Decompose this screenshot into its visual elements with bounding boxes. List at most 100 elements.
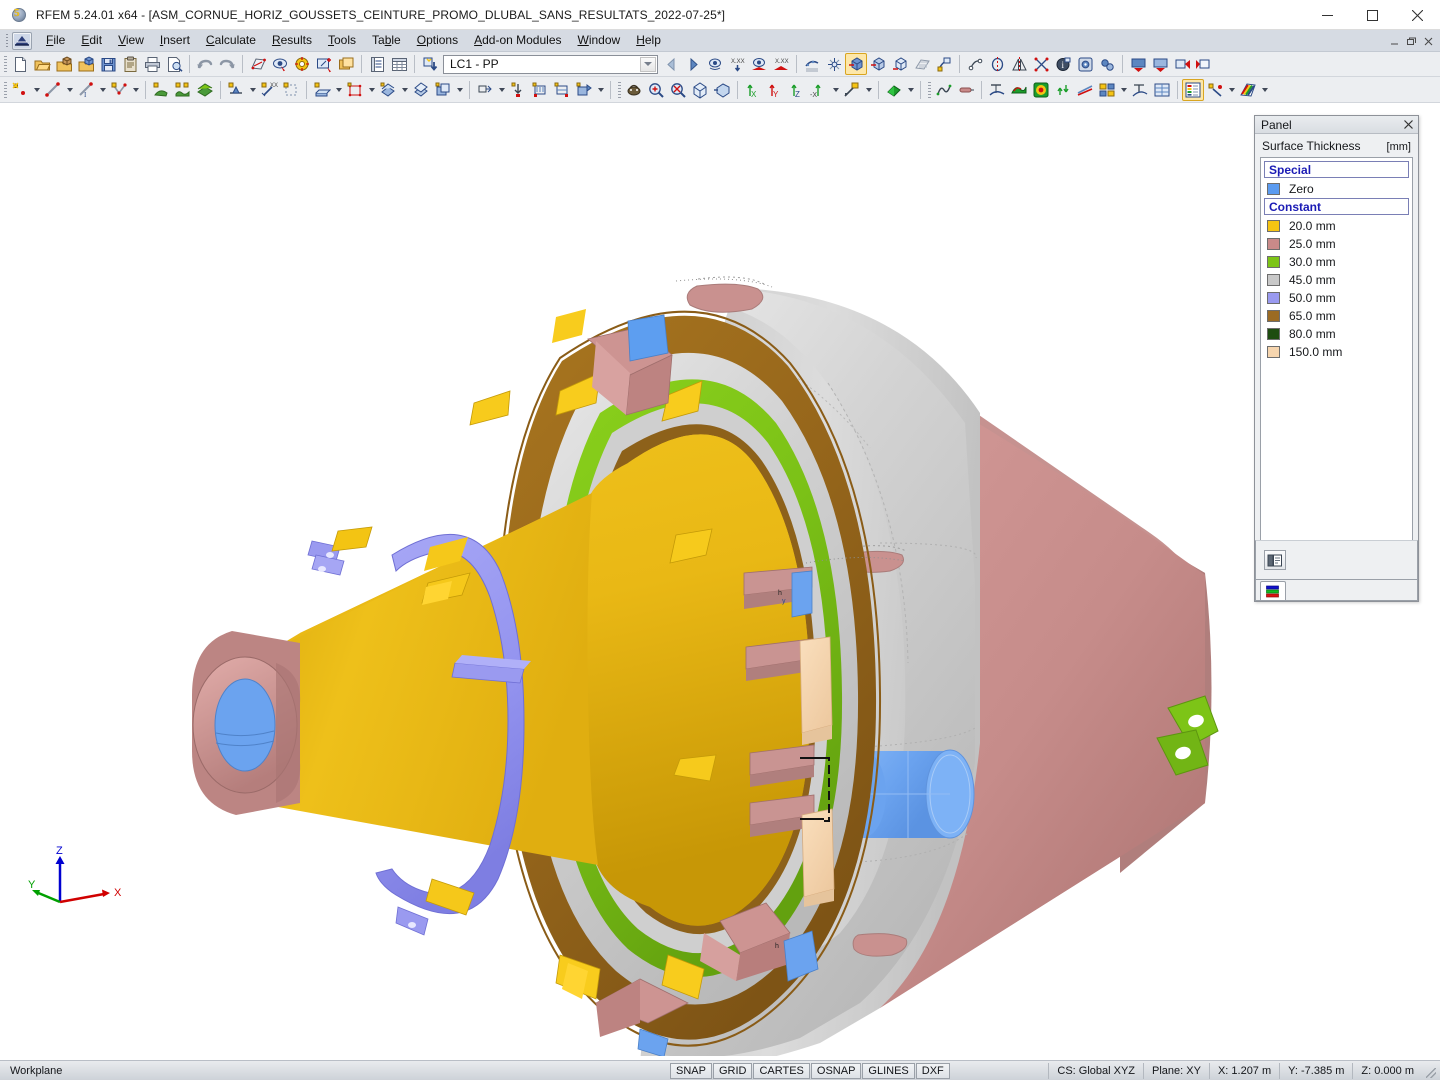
insert-load-node-icon[interactable] <box>474 79 496 101</box>
insert-solid-load-icon[interactable] <box>377 79 399 101</box>
grid-plane-icon[interactable] <box>911 53 933 75</box>
menu-item-addon-modules[interactable]: Add-on Modules <box>466 30 569 51</box>
insert-volume-icon[interactable] <box>410 79 432 101</box>
mirror-object-icon[interactable] <box>1008 53 1030 75</box>
result-deform-icon[interactable] <box>1052 79 1074 101</box>
view-perspective-icon[interactable] <box>711 79 733 101</box>
view-box-icon[interactable] <box>689 79 711 101</box>
status-toggle-dxf[interactable]: DXF <box>916 1063 950 1079</box>
menu-item-help[interactable]: Help <box>628 30 669 51</box>
menu-item-view[interactable]: View <box>110 30 152 51</box>
insert-load-generated-dropdown[interactable] <box>595 79 606 101</box>
legend-item[interactable]: 150.0 mm <box>1263 343 1410 361</box>
result-numbers-icon[interactable]: X.XX <box>770 53 792 75</box>
print-preview-icon[interactable] <box>163 53 185 75</box>
insert-support-dropdown[interactable] <box>247 79 258 101</box>
insert-surface-set-icon[interactable] <box>172 79 194 101</box>
mdi-close-button[interactable] <box>1420 33 1436 49</box>
insert-polyline-dropdown[interactable] <box>130 79 141 101</box>
insert-member-dropdown[interactable] <box>333 79 344 101</box>
insert-line-icon[interactable] <box>42 79 64 101</box>
select-objects-icon[interactable] <box>291 53 313 75</box>
zoom-in-icon[interactable] <box>645 79 667 101</box>
result-section-icon[interactable] <box>1129 79 1151 101</box>
member-tools-icon[interactable] <box>955 79 977 101</box>
view-minus-x-icon[interactable]: -X <box>808 79 830 101</box>
result-window-icon[interactable] <box>1096 79 1118 101</box>
menu-grip[interactable] <box>2 32 11 50</box>
view-toolbar-grip[interactable] <box>615 80 623 100</box>
new-window-icon[interactable] <box>335 53 357 75</box>
insert-toolbar-grip[interactable] <box>1 80 9 100</box>
show-diagram-icon[interactable] <box>748 53 770 75</box>
render-model-2-icon[interactable] <box>867 53 889 75</box>
status-toggle-grid[interactable]: GRID <box>713 1063 753 1079</box>
export-1-icon[interactable] <box>1171 53 1193 75</box>
open-document-icon[interactable] <box>31 53 53 75</box>
result-surface-icon[interactable] <box>1008 79 1030 101</box>
table-grid-icon[interactable] <box>388 53 410 75</box>
print-icon[interactable] <box>141 53 163 75</box>
info-object-icon[interactable]: i <box>1052 53 1074 75</box>
view-y-icon[interactable]: Y <box>764 79 786 101</box>
print-report-2-icon[interactable] <box>1149 53 1171 75</box>
save-document-icon[interactable] <box>97 53 119 75</box>
insert-member-icon[interactable] <box>311 79 333 101</box>
close-button[interactable] <box>1395 0 1440 30</box>
insert-load-free-icon[interactable] <box>551 79 573 101</box>
view-shading-dropdown[interactable] <box>905 79 916 101</box>
fe-mesh-1-icon[interactable] <box>823 53 845 75</box>
select-special-icon[interactable] <box>313 53 335 75</box>
pressure-vessel-3d-model[interactable]: h y h <box>0 103 1440 1056</box>
legend-item[interactable]: Zero <box>1263 180 1410 198</box>
zoom-out-icon[interactable] <box>667 79 689 101</box>
color-scale-icon[interactable] <box>1237 79 1259 101</box>
insert-node-dropdown[interactable] <box>31 79 42 101</box>
line-tools-icon[interactable] <box>933 79 955 101</box>
view-render-dropdown[interactable] <box>863 79 874 101</box>
result-marker-dropdown[interactable] <box>1226 79 1237 101</box>
view-x-icon[interactable]: X <box>742 79 764 101</box>
zoom-dynamic-icon[interactable] <box>623 79 645 101</box>
maximize-button[interactable] <box>1350 0 1395 30</box>
menu-item-table[interactable]: Table <box>364 30 409 51</box>
redo-icon[interactable] <box>216 53 238 75</box>
menu-item-edit[interactable]: Edit <box>73 30 110 51</box>
move-object-icon[interactable] <box>964 53 986 75</box>
panel-settings-icon[interactable] <box>1264 550 1286 570</box>
insert-load-surface-icon[interactable] <box>529 79 551 101</box>
model-viewport[interactable]: h y h Z Y X Panel <box>0 103 1440 1060</box>
next-loadcase-icon[interactable] <box>682 53 704 75</box>
legend-list[interactable]: Special Zero Constant 20.0 mm 25.0 mm <box>1260 157 1413 540</box>
menu-item-file[interactable]: File <box>38 30 73 51</box>
legend-item[interactable]: 25.0 mm <box>1263 235 1410 253</box>
status-toggle-snap[interactable]: SNAP <box>670 1063 712 1079</box>
legend-item[interactable]: 80.0 mm <box>1263 325 1410 343</box>
load-case-combo[interactable]: LC1 - PP <box>443 55 658 74</box>
color-legend-active-icon[interactable] <box>1182 79 1204 101</box>
legend-item[interactable]: 20.0 mm <box>1263 217 1410 235</box>
clipboard-copy-icon[interactable] <box>119 53 141 75</box>
menu-item-options[interactable]: Options <box>409 30 466 51</box>
result-solid-icon[interactable] <box>1030 79 1052 101</box>
result-diagram-icon[interactable] <box>986 79 1008 101</box>
legend-item[interactable]: 45.0 mm <box>1263 271 1410 289</box>
result-line-icon[interactable] <box>1074 79 1096 101</box>
result-window-dropdown[interactable] <box>1118 79 1129 101</box>
table-view-icon[interactable] <box>366 53 388 75</box>
export-2-icon[interactable] <box>1193 53 1215 75</box>
select-visible-icon[interactable] <box>269 53 291 75</box>
status-toggle-osnap[interactable]: OSNAP <box>811 1063 862 1079</box>
settings-object-icon[interactable] <box>1074 53 1096 75</box>
insert-line-dim-icon[interactable]: I <box>75 79 97 101</box>
insert-polyline-icon[interactable] <box>108 79 130 101</box>
mesh-settings-icon[interactable] <box>801 53 823 75</box>
legend-item[interactable]: 50.0 mm <box>1263 289 1410 307</box>
insert-solid-icon[interactable] <box>194 79 216 101</box>
menu-item-results[interactable]: Results <box>264 30 320 51</box>
legend-group-special[interactable]: Special <box>1264 161 1409 178</box>
insert-surface-load-dropdown[interactable] <box>366 79 377 101</box>
insert-member-hinge-icon[interactable] <box>280 79 302 101</box>
result-values-icon[interactable]: X.XX <box>726 53 748 75</box>
menu-item-tools[interactable]: Tools <box>320 30 364 51</box>
